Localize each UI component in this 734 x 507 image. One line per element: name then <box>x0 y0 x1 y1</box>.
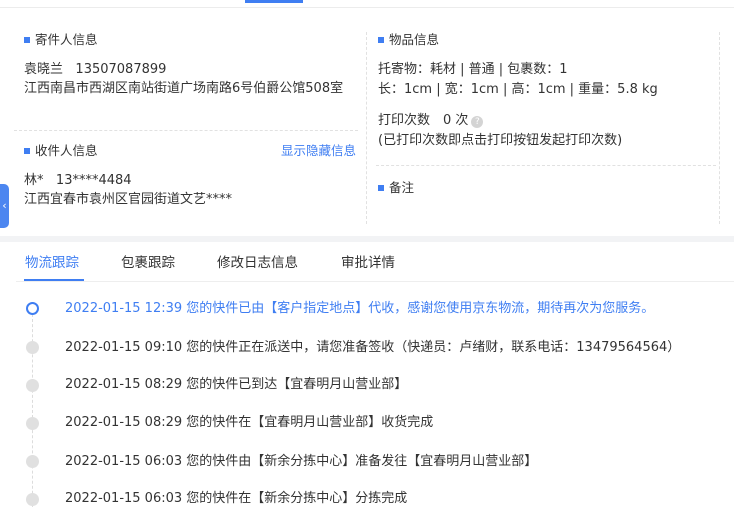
timeline-entry: 2022-01-15 08:29 您的快件在【宜春明月山营业部】收货完成 <box>65 415 434 430</box>
logistics-timeline: 2022-01-15 12:39 您的快件已由【客户指定地点】代收，感谢您使用京… <box>0 282 734 507</box>
tab-modification-log[interactable]: 修改日志信息 <box>217 255 298 271</box>
active-top-tab-indicator <box>245 0 303 3</box>
active-tab-indicator <box>24 279 84 281</box>
receiver-contact: 林* 13****4484 <box>24 173 132 189</box>
receiver-title-text: 收件人信息 <box>35 143 98 158</box>
sender-contact: 袁晓兰 13507087899 <box>24 62 166 78</box>
order-info-panel: 寄件人信息 袁晓兰 13507087899 江西南昌市西湖区南站街道广场南路6号… <box>0 12 734 236</box>
receiver-name: 林* <box>24 173 44 188</box>
top-tab-bar <box>0 0 734 8</box>
timeline-entry: 2022-01-15 06:03 您的快件在【新余分拣中心】分拣完成 <box>65 491 408 506</box>
print-count-note: (已打印次数即点击打印按钮发起打印次数) <box>378 133 623 148</box>
timeline-dot <box>26 493 39 506</box>
sender-name: 袁晓兰 <box>24 62 64 77</box>
timeline-dot <box>26 341 39 354</box>
column-divider <box>366 32 367 224</box>
sender-section-title: 寄件人信息 <box>24 32 98 48</box>
receiver-phone: 13****4484 <box>55 173 132 188</box>
sender-phone: 13507087899 <box>75 62 167 77</box>
tab-package-tracking[interactable]: 包裹跟踪 <box>121 255 175 271</box>
timeline-entry: 2022-01-15 09:10 您的快件正在派送中，请您准备签收（快递员：卢绪… <box>65 340 681 355</box>
collapse-panel-button[interactable]: ‹ <box>0 184 9 228</box>
section-marker <box>378 185 384 191</box>
timeline-dot <box>26 455 39 468</box>
timeline-dot <box>26 379 39 392</box>
goods-section-title: 物品信息 <box>378 32 439 48</box>
print-count: 打印次数 0 次? <box>378 113 484 129</box>
sender-title-text: 寄件人信息 <box>35 32 98 47</box>
tab-logistics-tracking[interactable]: 物流跟踪 <box>25 255 79 271</box>
row-divider <box>376 165 716 166</box>
goods-type-line: 托寄物：耗材 | 普通 | 包裹数：1 <box>378 62 568 77</box>
row-divider <box>14 130 358 131</box>
detail-tabs: 物流跟踪 包裹跟踪 修改日志信息 审批详情 <box>0 242 734 282</box>
question-circle-icon[interactable]: ? <box>471 116 484 128</box>
chevron-left-icon: ‹ <box>2 199 7 212</box>
show-hidden-info-link[interactable]: 显示隐藏信息 <box>281 143 356 159</box>
receiver-address: 江西宜春市袁州区官园街道文艺**** <box>24 192 233 207</box>
timeline-entry: 2022-01-15 12:39 您的快件已由【客户指定地点】代收，感谢您使用京… <box>65 301 655 316</box>
section-marker <box>24 37 30 43</box>
receiver-section-title: 收件人信息 <box>24 143 98 159</box>
remark-section-title: 备注 <box>378 180 414 196</box>
goods-title-text: 物品信息 <box>389 32 440 47</box>
timeline-dot <box>26 417 39 430</box>
tab-approval-details[interactable]: 审批详情 <box>341 255 395 271</box>
timeline-entry: 2022-01-15 08:29 您的快件已到达【宜春明月山营业部】 <box>65 377 408 392</box>
timeline-dot-current <box>26 302 39 315</box>
section-marker <box>378 37 384 43</box>
column-divider <box>719 32 720 224</box>
print-count-text: 打印次数 0 次 <box>378 113 469 128</box>
sender-address: 江西南昌市西湖区南站街道广场南路6号伯爵公馆508室 <box>24 81 344 96</box>
section-marker <box>24 148 30 154</box>
goods-size-line: 长：1cm | 宽：1cm | 高：1cm | 重量：5.8 kg <box>378 82 658 97</box>
remark-title-text: 备注 <box>389 180 415 195</box>
timeline-entry: 2022-01-15 06:03 您的快件由【新余分拣中心】准备发往【宜春明月山… <box>65 454 538 469</box>
